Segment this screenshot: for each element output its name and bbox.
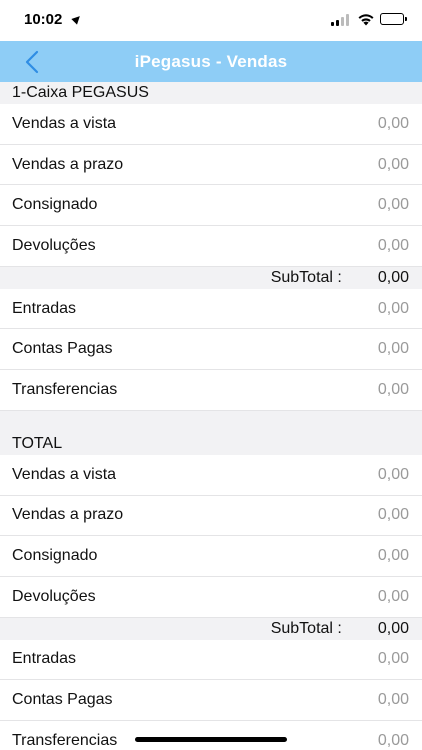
list-item[interactable]: Devoluções 0,00 [0, 226, 422, 267]
row-label: Contas Pagas [12, 340, 113, 358]
row-value: 0,00 [377, 650, 409, 668]
status-bar: 10:02 [0, 0, 422, 41]
page-title: iPegasus - Vendas [134, 52, 288, 71]
row-value: 0,00 [377, 196, 409, 214]
row-label: Entradas [12, 299, 77, 317]
row-value: 0,00 [377, 155, 409, 173]
subtotal-value: 0,00 [377, 619, 409, 637]
list-item[interactable]: Vendas a prazo 0,00 [0, 495, 422, 537]
row-label: Transferencias [12, 380, 118, 398]
row-value: 0,00 [377, 236, 409, 254]
list-item[interactable]: Entradas 0,00 [0, 288, 422, 330]
row-label: Vendas a prazo [12, 155, 124, 173]
list-item[interactable]: Devoluções 0,00 [0, 576, 422, 618]
home-indicator[interactable] [135, 737, 287, 742]
location-arrow-icon [71, 13, 83, 25]
list-item[interactable]: Transferencias 0,00 [0, 720, 422, 750]
row-label: Entradas [12, 650, 77, 668]
list-item[interactable]: Vendas a vista 0,00 [0, 104, 422, 145]
subtotal-row: SubTotal : 0,00 [0, 617, 422, 640]
row-value: 0,00 [377, 299, 409, 317]
row-label: Contas Pagas [12, 691, 113, 709]
battery-icon [380, 13, 407, 25]
subtotal-label: SubTotal : [270, 268, 342, 286]
row-value: 0,00 [377, 691, 409, 709]
wifi-icon [358, 14, 374, 26]
list-item[interactable]: Consignado 0,00 [0, 185, 422, 227]
cellular-signal-icon [331, 14, 351, 26]
status-time: 10:02 [24, 11, 63, 28]
subtotal-row: SubTotal : 0,00 [0, 266, 422, 289]
sales-list: 1-Caixa PEGASUS Vendas a vista 0,00 Vend… [0, 82, 422, 750]
list-item[interactable]: Entradas 0,00 [0, 639, 422, 681]
section-header-total: TOTAL [0, 432, 422, 455]
list-item[interactable]: Contas Pagas 0,00 [0, 680, 422, 721]
row-value: 0,00 [377, 506, 409, 524]
row-label: Transferencias [12, 731, 118, 749]
row-value: 0,00 [377, 114, 409, 132]
row-value: 0,00 [377, 465, 409, 483]
row-label: Devoluções [12, 587, 96, 605]
row-value: 0,00 [377, 547, 409, 565]
section-spacer [0, 410, 422, 433]
subtotal-value: 0,00 [377, 268, 409, 286]
row-value: 0,00 [377, 731, 409, 749]
row-value: 0,00 [377, 587, 409, 605]
section-header-caixa: 1-Caixa PEGASUS [0, 82, 422, 104]
row-label: Vendas a prazo [12, 506, 124, 524]
row-label: Devoluções [12, 236, 96, 254]
nav-bar: iPegasus - Vendas [0, 41, 422, 82]
subtotal-label: SubTotal : [270, 619, 342, 637]
list-item[interactable]: Vendas a prazo 0,00 [0, 144, 422, 186]
row-label: Vendas a vista [12, 114, 117, 132]
row-label: Consignado [12, 196, 98, 214]
row-label: Vendas a vista [12, 465, 117, 483]
list-item[interactable]: Transferencias 0,00 [0, 370, 422, 411]
row-label: Consignado [12, 547, 98, 565]
list-item[interactable]: Vendas a vista 0,00 [0, 454, 422, 496]
row-value: 0,00 [377, 380, 409, 398]
list-item[interactable]: Consignado 0,00 [0, 536, 422, 577]
row-value: 0,00 [377, 340, 409, 358]
list-item[interactable]: Contas Pagas 0,00 [0, 329, 422, 371]
